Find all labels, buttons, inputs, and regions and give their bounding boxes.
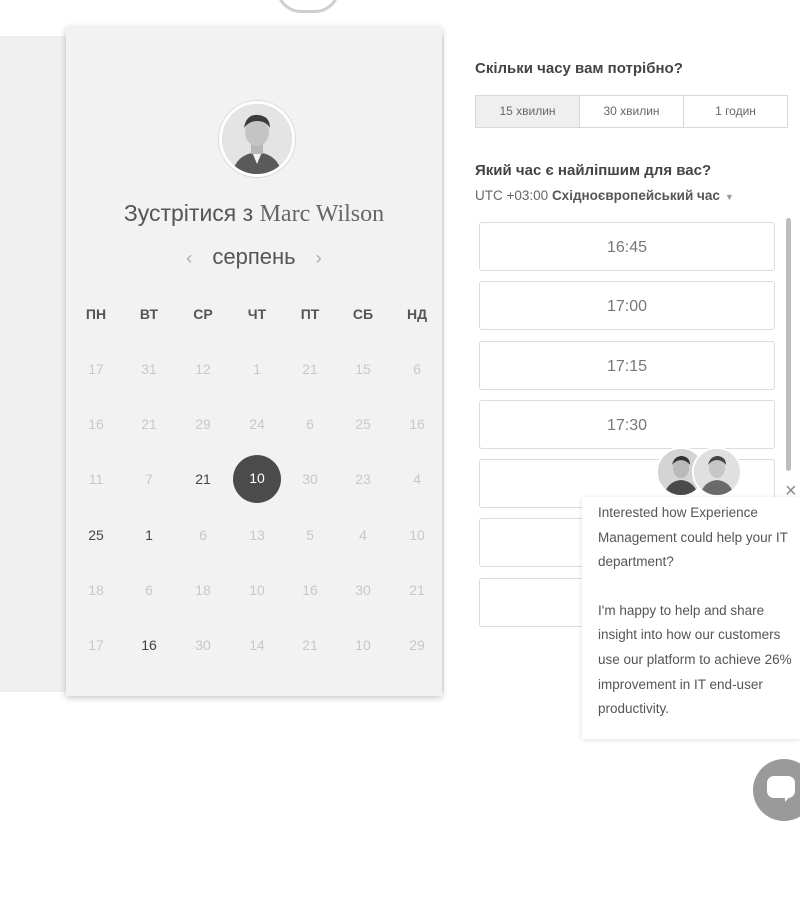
- calendar-day[interactable]: 4: [343, 524, 383, 546]
- calendar-day[interactable]: 18: [183, 579, 223, 601]
- chat-message-1: Interested how Experience Management cou…: [598, 505, 788, 570]
- calendar-day[interactable]: 12: [183, 358, 223, 380]
- title-prefix: Зустрітися з: [123, 200, 254, 226]
- calendar-day[interactable]: 21: [129, 413, 169, 435]
- calendar-day[interactable]: 6: [129, 579, 169, 601]
- prev-month-chevron-icon[interactable]: ‹: [172, 248, 206, 269]
- calendar-day[interactable]: 7: [129, 468, 169, 490]
- calendar-day[interactable]: 18: [76, 579, 116, 601]
- weekday-label: ПН: [85, 306, 107, 322]
- agent-avatar: [692, 447, 742, 497]
- calendar-day[interactable]: 11: [76, 468, 116, 490]
- weekday-label: ВТ: [139, 306, 159, 322]
- calendar-day[interactable]: 16: [397, 413, 437, 435]
- calendar-day[interactable]: 21: [290, 358, 330, 380]
- time-slot[interactable]: 17:00: [479, 281, 775, 330]
- time-question: Який час є найліпшим для вас?: [475, 162, 712, 179]
- calendar-day[interactable]: 25: [76, 524, 116, 546]
- calendar-day[interactable]: 6: [183, 524, 223, 546]
- calendar-day[interactable]: 30: [290, 468, 330, 490]
- calendar-day[interactable]: 5: [290, 524, 330, 546]
- calendar-day[interactable]: 10: [397, 524, 437, 546]
- calendar-day[interactable]: 1: [129, 524, 169, 546]
- calendar-day[interactable]: 23: [343, 468, 383, 490]
- caret-down-icon: ▼: [724, 192, 734, 202]
- duration-option[interactable]: 1 годин: [684, 96, 787, 127]
- month-navigation: ‹ серпень ›: [66, 244, 442, 270]
- calendar-day[interactable]: 21: [290, 634, 330, 656]
- calendar-day[interactable]: 14: [237, 634, 277, 656]
- calendar-day[interactable]: 30: [183, 634, 223, 656]
- timezone-selector[interactable]: UTC +03:00 Східноєвропейський час ▼: [475, 188, 734, 203]
- calendar-day[interactable]: 10: [233, 455, 281, 503]
- host-name: Marc Wilson: [259, 201, 385, 227]
- calendar-day[interactable]: 17: [76, 358, 116, 380]
- calendar-day[interactable]: 21: [397, 579, 437, 601]
- chat-launcher-button[interactable]: [753, 759, 800, 821]
- calendar-day[interactable]: 4: [397, 468, 437, 490]
- weekday-label: СР: [193, 306, 213, 322]
- duration-question: Скільки часу вам потрібно?: [475, 60, 683, 77]
- calendar-day[interactable]: 17: [76, 634, 116, 656]
- time-slot[interactable]: 17:15: [479, 341, 775, 390]
- calendar-day[interactable]: 16: [129, 634, 169, 656]
- meeting-title: Зустрітися з Marc Wilson: [66, 200, 442, 228]
- weekday-label: НД: [406, 306, 428, 322]
- duration-selector: 15 хвилин 30 хвилин 1 годин: [475, 95, 788, 128]
- chat-bubble-icon: [767, 776, 795, 802]
- calendar-day[interactable]: 25: [343, 413, 383, 435]
- calendar-day[interactable]: 6: [290, 413, 330, 435]
- calendar-day[interactable]: 16: [76, 413, 116, 435]
- chat-popup[interactable]: Interested how Experience Management cou…: [582, 497, 800, 739]
- weekday-label: ПТ: [300, 306, 320, 322]
- calendar-day[interactable]: 13: [237, 524, 277, 546]
- host-avatar: [219, 101, 295, 177]
- calendar-day[interactable]: 31: [129, 358, 169, 380]
- calendar-day[interactable]: 21: [183, 468, 223, 490]
- decorative-shape: [276, 0, 340, 13]
- calendar-day[interactable]: 10: [343, 634, 383, 656]
- calendar-day[interactable]: 6: [397, 358, 437, 380]
- next-month-chevron-icon[interactable]: ›: [302, 248, 336, 269]
- time-slot[interactable]: 17:30: [479, 400, 775, 449]
- chat-agent-avatars: [656, 447, 742, 497]
- weekday-label: СБ: [352, 306, 374, 322]
- calendar-day[interactable]: 15: [343, 358, 383, 380]
- duration-option[interactable]: 15 хвилин: [476, 96, 580, 127]
- calendar-day[interactable]: 30: [343, 579, 383, 601]
- chat-message-2: I'm happy to help and share insight into…: [598, 602, 792, 717]
- month-label: серпень: [212, 244, 296, 269]
- time-slot[interactable]: 16:45: [479, 222, 775, 271]
- duration-option[interactable]: 30 хвилин: [580, 96, 684, 127]
- calendar-day[interactable]: 10: [237, 579, 277, 601]
- weekday-label: ЧТ: [247, 306, 267, 322]
- timezone-name: Східноєвропейський час: [551, 188, 720, 203]
- timezone-offset: UTC +03:00: [475, 188, 549, 203]
- calendar-day[interactable]: 29: [397, 634, 437, 656]
- calendar-day[interactable]: 1: [237, 358, 277, 380]
- calendar-day[interactable]: 29: [183, 413, 223, 435]
- calendar-card: Зустрітися з Marc Wilson ‹ серпень › ПН В…: [66, 26, 442, 696]
- calendar-day[interactable]: 24: [237, 413, 277, 435]
- calendar-day[interactable]: 16: [290, 579, 330, 601]
- slot-list-scrollbar[interactable]: [786, 218, 791, 471]
